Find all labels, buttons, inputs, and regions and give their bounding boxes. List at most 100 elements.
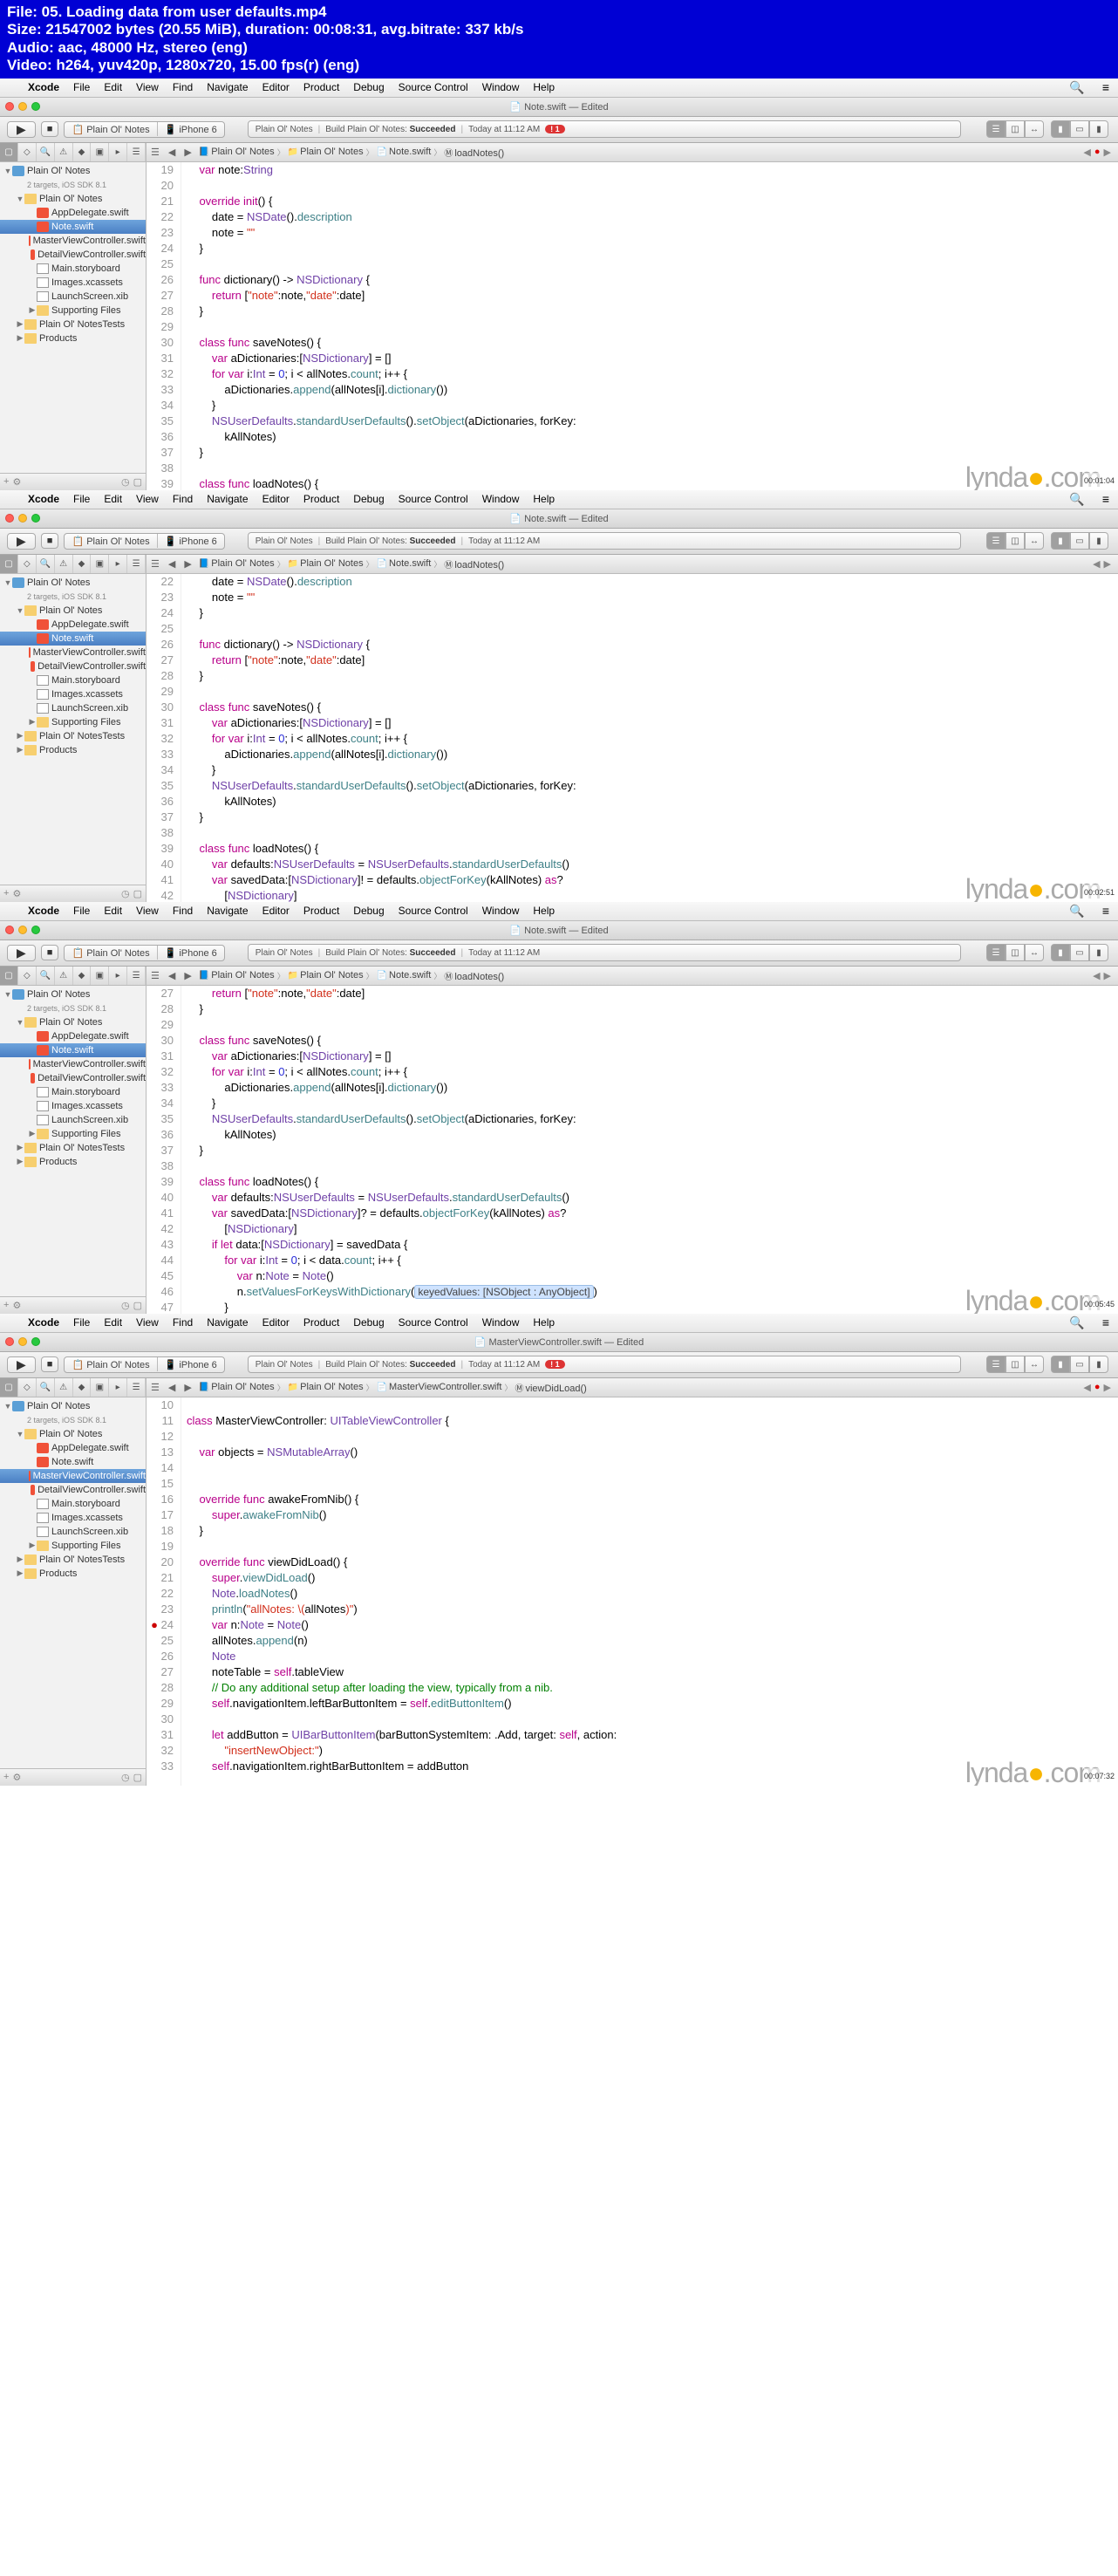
tree-item-masterviewcontroller-swift[interactable]: MasterViewController.swift bbox=[0, 1469, 146, 1483]
version-editor-button[interactable]: ↔ bbox=[1025, 120, 1044, 138]
gutter-line[interactable]: 37 bbox=[147, 1143, 174, 1158]
tree-item-plain-ol--notestests[interactable]: ▶Plain Ol' NotesTests bbox=[0, 729, 146, 743]
gutter-line[interactable]: 26 bbox=[147, 272, 174, 288]
gutter-line[interactable]: 30 bbox=[147, 335, 174, 351]
tree-item-launchscreen-xib[interactable]: LaunchScreen.xib bbox=[0, 290, 146, 304]
zoom-window-button[interactable] bbox=[31, 514, 40, 523]
gutter-line[interactable]: 35 bbox=[147, 413, 174, 429]
gutter-line[interactable]: 34 bbox=[147, 398, 174, 413]
tree-item-main-storyboard[interactable]: Main.storyboard bbox=[0, 673, 146, 687]
menu-file[interactable]: File bbox=[66, 81, 97, 93]
jump-folder[interactable]: 📁Plain Ol' Notes bbox=[285, 970, 366, 981]
toggle-navigator-button[interactable]: ▮ bbox=[1051, 1356, 1070, 1373]
menu-find[interactable]: Find bbox=[166, 493, 200, 505]
toggle-navigator-button[interactable]: ▮ bbox=[1051, 120, 1070, 138]
breakpoint-navigator-tab[interactable]: ▸ bbox=[109, 555, 127, 573]
jump-method[interactable]: ⓂloadNotes() bbox=[441, 557, 507, 571]
jump-file[interactable]: 📄Note.swift bbox=[374, 558, 434, 569]
back-button[interactable]: ◀ bbox=[164, 147, 180, 158]
gutter-line[interactable]: 26 bbox=[147, 1649, 174, 1664]
forward-button[interactable]: ▶ bbox=[180, 147, 195, 158]
breakpoint-navigator-tab[interactable]: ▸ bbox=[109, 967, 127, 985]
tree-item-images-xcassets[interactable]: Images.xcassets bbox=[0, 1099, 146, 1113]
menu-find[interactable]: Find bbox=[166, 905, 200, 917]
menu-find[interactable]: Find bbox=[166, 81, 200, 93]
assistant-editor-button[interactable]: ◫ bbox=[1006, 1356, 1025, 1373]
tree-item-products[interactable]: ▶Products bbox=[0, 743, 146, 757]
issue-navigator-tab[interactable]: ⚠ bbox=[55, 555, 73, 573]
forward-button[interactable]: ▶ bbox=[180, 1382, 195, 1393]
close-window-button[interactable] bbox=[5, 926, 14, 934]
menu-editor[interactable]: Editor bbox=[256, 905, 297, 917]
add-icon[interactable]: + bbox=[3, 1300, 9, 1310]
toggle-debug-button[interactable]: ▭ bbox=[1070, 944, 1089, 961]
debug-navigator-tab[interactable]: ▣ bbox=[91, 143, 109, 161]
gutter-line[interactable]: 39 bbox=[147, 1174, 174, 1190]
gutter-line[interactable]: 38 bbox=[147, 825, 174, 841]
test-navigator-tab[interactable]: ◆ bbox=[73, 555, 92, 573]
navigator-filter[interactable]: +⚙◷▢ bbox=[0, 1768, 146, 1786]
gutter-line[interactable]: 22 bbox=[147, 574, 174, 590]
project-row[interactable]: ▼Plain Ol' Notes bbox=[0, 1399, 146, 1413]
stop-button[interactable]: ■ bbox=[41, 121, 59, 137]
tree-item-images-xcassets[interactable]: Images.xcassets bbox=[0, 1511, 146, 1525]
zoom-window-button[interactable] bbox=[31, 926, 40, 934]
filter-icon[interactable]: ⚙ bbox=[12, 1772, 21, 1783]
minimize-window-button[interactable] bbox=[18, 926, 27, 934]
gutter-line[interactable]: 27 bbox=[147, 653, 174, 668]
error-badge[interactable]: ! 1 bbox=[545, 125, 565, 133]
menu-edit[interactable]: Edit bbox=[97, 81, 129, 93]
gutter-line[interactable]: 11 bbox=[147, 1413, 174, 1429]
jump-method[interactable]: ⓂloadNotes() bbox=[441, 969, 507, 982]
toggle-navigator-button[interactable]: ▮ bbox=[1051, 532, 1070, 550]
scheme-selector[interactable]: 📋 Plain Ol' Notes 📱 iPhone 6 bbox=[64, 533, 224, 550]
close-window-button[interactable] bbox=[5, 102, 14, 111]
gutter-line[interactable]: 34 bbox=[147, 1096, 174, 1111]
jump-folder[interactable]: 📁Plain Ol' Notes bbox=[285, 147, 366, 157]
menu-source-control[interactable]: Source Control bbox=[392, 81, 475, 93]
menu-edit[interactable]: Edit bbox=[97, 493, 129, 505]
stop-button[interactable]: ■ bbox=[41, 1356, 59, 1372]
gutter-line[interactable]: 13 bbox=[147, 1445, 174, 1460]
gutter-line[interactable]: 26 bbox=[147, 637, 174, 653]
gutter-line[interactable]: 32 bbox=[147, 366, 174, 382]
gutter-line[interactable]: 28 bbox=[147, 1001, 174, 1017]
tree-item-masterviewcontroller-swift[interactable]: MasterViewController.swift bbox=[0, 1057, 146, 1071]
gutter-line[interactable]: 20 bbox=[147, 178, 174, 194]
breakpoint-navigator-tab[interactable]: ▸ bbox=[109, 1378, 127, 1397]
jump-file[interactable]: 📄MasterViewController.swift bbox=[374, 1382, 505, 1392]
related-items-button[interactable]: ☰ bbox=[147, 970, 164, 981]
scheme-selector[interactable]: 📋 Plain Ol' Notes 📱 iPhone 6 bbox=[64, 1356, 224, 1373]
gutter-line[interactable]: 34 bbox=[147, 762, 174, 778]
spotlight-icon[interactable]: 🔍 bbox=[1060, 492, 1093, 507]
menu-product[interactable]: Product bbox=[297, 493, 346, 505]
gutter-line[interactable]: 42 bbox=[147, 1221, 174, 1237]
filter-icon[interactable]: ⚙ bbox=[12, 888, 21, 899]
tree-item-plain-ol--notes[interactable]: ▼Plain Ol' Notes bbox=[0, 1427, 146, 1441]
gutter-line[interactable]: 28 bbox=[147, 304, 174, 319]
notification-icon[interactable]: ≡ bbox=[1094, 80, 1118, 94]
back-button[interactable]: ◀ bbox=[164, 1382, 180, 1393]
tree-item-plain-ol--notestests[interactable]: ▶Plain Ol' NotesTests bbox=[0, 1141, 146, 1155]
gutter-line[interactable]: 18 bbox=[147, 1523, 174, 1539]
issue-stepper[interactable]: ◀●▶ bbox=[1076, 1382, 1118, 1393]
run-button[interactable]: ▶ bbox=[7, 945, 36, 961]
zoom-window-button[interactable] bbox=[31, 102, 40, 111]
tree-item-plain-ol--notestests[interactable]: ▶Plain Ol' NotesTests bbox=[0, 318, 146, 331]
menu-window[interactable]: Window bbox=[475, 905, 527, 917]
tree-item-detailviewcontroller-swift[interactable]: DetailViewController.swift bbox=[0, 1483, 146, 1497]
gutter-line[interactable]: 41 bbox=[147, 1206, 174, 1221]
gutter-line[interactable]: 32 bbox=[147, 1743, 174, 1759]
symbol-navigator-tab[interactable]: ◇ bbox=[18, 1378, 37, 1397]
gutter-line[interactable]: 16 bbox=[147, 1492, 174, 1507]
menu-editor[interactable]: Editor bbox=[256, 493, 297, 505]
error-badge[interactable]: ! 1 bbox=[545, 1360, 565, 1369]
gutter-line[interactable]: 37 bbox=[147, 445, 174, 461]
find-navigator-tab[interactable]: 🔍 bbox=[37, 143, 55, 161]
menu-navigate[interactable]: Navigate bbox=[200, 493, 255, 505]
standard-editor-button[interactable]: ☰ bbox=[986, 120, 1006, 138]
back-button[interactable]: ◀ bbox=[164, 558, 180, 570]
scheme-selector[interactable]: 📋 Plain Ol' Notes 📱 iPhone 6 bbox=[64, 945, 224, 961]
menu-help[interactable]: Help bbox=[526, 905, 562, 917]
tree-item-main-storyboard[interactable]: Main.storyboard bbox=[0, 1085, 146, 1099]
